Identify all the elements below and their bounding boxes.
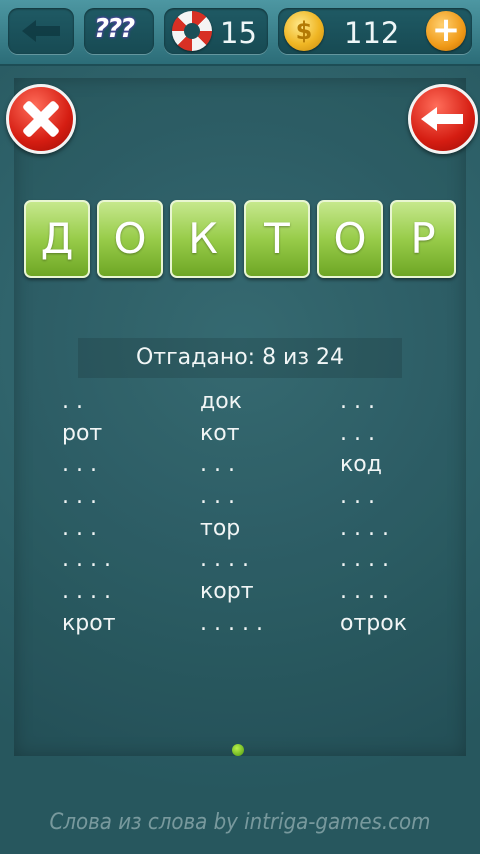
hint-button[interactable]: ??? <box>84 8 154 54</box>
word-slot: . . . . <box>340 515 389 541</box>
word-slot: . . . <box>200 484 235 510</box>
lives-counter: 15 <box>164 8 268 54</box>
word-slot: крот <box>62 610 116 636</box>
page-indicator-dot[interactable] <box>232 744 244 756</box>
letter-tile[interactable]: О <box>317 200 383 278</box>
word-column-2: док кот . . . . . . тор . . . . корт . .… <box>200 386 263 640</box>
progress-label: Отгадано: 8 из 24 <box>78 338 402 378</box>
top-bar: ??? 15 $ 112 + <box>0 0 480 66</box>
word-slot: . . . . <box>340 547 389 573</box>
word-slot: рот <box>62 420 103 446</box>
word-slot: . . . . <box>62 547 111 573</box>
hint-question-icon: ??? <box>94 14 135 44</box>
word-slot: . . . <box>62 515 97 541</box>
coins-counter: $ 112 + <box>278 8 472 54</box>
lifebuoy-icon <box>172 11 212 51</box>
word-slot: . . . <box>340 420 375 446</box>
add-coins-button[interactable]: + <box>426 11 466 51</box>
word-slot: . . . <box>340 389 375 414</box>
word-slot: . . . <box>200 452 235 478</box>
coins-count: 112 <box>344 16 400 50</box>
coin-icon: $ <box>284 11 324 51</box>
letter-tile[interactable]: Р <box>390 200 456 278</box>
lives-count: 15 <box>220 16 257 50</box>
word-slot: . . . <box>340 484 375 510</box>
word-slot: . . . . <box>340 579 389 605</box>
word-slot: . . . . . <box>200 610 263 636</box>
word-slot: отрок <box>340 610 407 636</box>
footer-credit: Слова из слова by intriga-games.com <box>49 810 431 835</box>
word-column-3: . . . . . . код . . . . . . . . . . . . … <box>340 386 407 640</box>
word-slot: . . . . <box>200 547 249 573</box>
word-slot: . . . <box>62 484 97 510</box>
word-slot: код <box>340 452 382 478</box>
word-slot: тор <box>200 515 241 541</box>
word-slot: . . <box>62 389 83 414</box>
word-column-1: . . рот . . . . . . . . . . . . . . . . … <box>62 386 116 640</box>
word-slot: док <box>200 389 242 414</box>
back-arrow-icon <box>22 20 60 42</box>
back-button[interactable] <box>8 8 74 54</box>
letter-tile[interactable]: О <box>97 200 163 278</box>
word-slot: . . . . <box>62 579 111 605</box>
word-slot: кот <box>200 420 240 446</box>
letter-tile[interactable]: Т <box>244 200 310 278</box>
close-icon <box>21 99 61 139</box>
undo-button[interactable] <box>408 84 478 154</box>
letter-tile[interactable]: Д <box>24 200 90 278</box>
letter-tiles: Д О К Т О Р <box>24 200 456 278</box>
word-slot: корт <box>200 579 254 605</box>
letter-tile[interactable]: К <box>170 200 236 278</box>
clear-button[interactable] <box>6 84 76 154</box>
word-slot: . . . <box>62 452 97 478</box>
undo-arrow-icon <box>421 107 463 131</box>
